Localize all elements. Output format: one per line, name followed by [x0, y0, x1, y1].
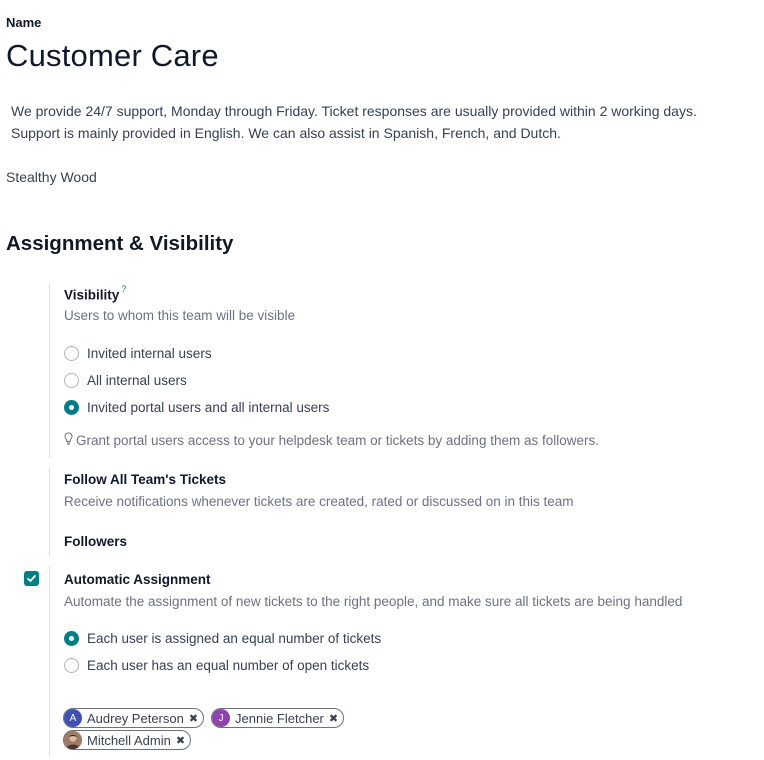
- member-name: Audrey Peterson: [87, 710, 184, 726]
- radio-label: Invited portal users and all internal us…: [87, 400, 330, 415]
- description-line: We provide 24/7 support, Monday through …: [11, 103, 697, 119]
- visibility-option-invited-internal[interactable]: Invited internal users: [64, 346, 212, 361]
- visibility-option-portal[interactable]: Invited portal users and all internal us…: [64, 400, 329, 415]
- description-line: Support is mainly provided in English. W…: [11, 125, 561, 141]
- visibility-label-text: Visibility: [64, 287, 120, 303]
- follow-all-help: Receive notifications whenever tickets a…: [64, 494, 574, 509]
- check-icon: [27, 575, 36, 582]
- radio-button-checked[interactable]: [64, 400, 79, 415]
- follow-all-label: Follow All Team's Tickets: [64, 472, 227, 487]
- auto-assignment-help: Automate the assignment of new tickets t…: [64, 594, 683, 609]
- radio-button[interactable]: [64, 346, 79, 361]
- member-name: Jennie Fletcher: [235, 710, 324, 726]
- auto-assignment-label: Automatic Assignment: [64, 572, 211, 587]
- name-field-label: Name: [6, 15, 42, 30]
- lightbulb-icon: [64, 432, 73, 448]
- member-name: Mitchell Admin: [87, 732, 171, 748]
- radio-label: All internal users: [87, 373, 187, 388]
- visibility-help: Users to whom this team will be visible: [64, 308, 296, 323]
- radio-label: Each user has an equal number of open ti…: [87, 658, 370, 673]
- company-field[interactable]: Stealthy Wood: [6, 169, 97, 185]
- member-tag[interactable]: J Jennie Fletcher ✖: [211, 708, 345, 728]
- help-tooltip-icon[interactable]: ?: [121, 284, 126, 294]
- radio-button[interactable]: [64, 373, 79, 388]
- avatar: J: [212, 709, 230, 727]
- group-separator: [49, 283, 50, 458]
- group-separator: [49, 566, 50, 756]
- visibility-option-all-internal[interactable]: All internal users: [64, 373, 187, 388]
- radio-label: Each user is assigned an equal number of…: [87, 631, 382, 646]
- hint-text: Grant portal users access to your helpde…: [76, 432, 599, 448]
- section-title: Assignment & Visibility: [6, 232, 234, 255]
- visibility-label: Visibility?: [64, 284, 126, 303]
- remove-tag-icon[interactable]: ✖: [329, 712, 338, 725]
- followers-label: Followers: [64, 534, 128, 549]
- visibility-hint: Grant portal users access to your helpde…: [64, 432, 599, 448]
- assign-method-equal-open[interactable]: Each user has an equal number of open ti…: [64, 658, 369, 673]
- group-separator: [49, 467, 50, 557]
- radio-button-checked[interactable]: [64, 631, 79, 646]
- radio-button[interactable]: [64, 658, 79, 673]
- avatar-photo: [64, 731, 82, 749]
- team-description-field[interactable]: We provide 24/7 support, Monday through …: [11, 100, 697, 144]
- avatar: A: [64, 709, 82, 727]
- member-tag[interactable]: Mitchell Admin ✖: [63, 730, 192, 750]
- auto-assignment-checkbox[interactable]: [24, 571, 39, 586]
- assign-method-equal-tickets[interactable]: Each user is assigned an equal number of…: [64, 631, 381, 646]
- radio-label: Invited internal users: [87, 346, 212, 361]
- remove-tag-icon[interactable]: ✖: [176, 734, 185, 747]
- remove-tag-icon[interactable]: ✖: [189, 712, 198, 725]
- member-tag[interactable]: A Audrey Peterson ✖: [63, 708, 205, 728]
- team-name-field[interactable]: Customer Care: [6, 38, 219, 74]
